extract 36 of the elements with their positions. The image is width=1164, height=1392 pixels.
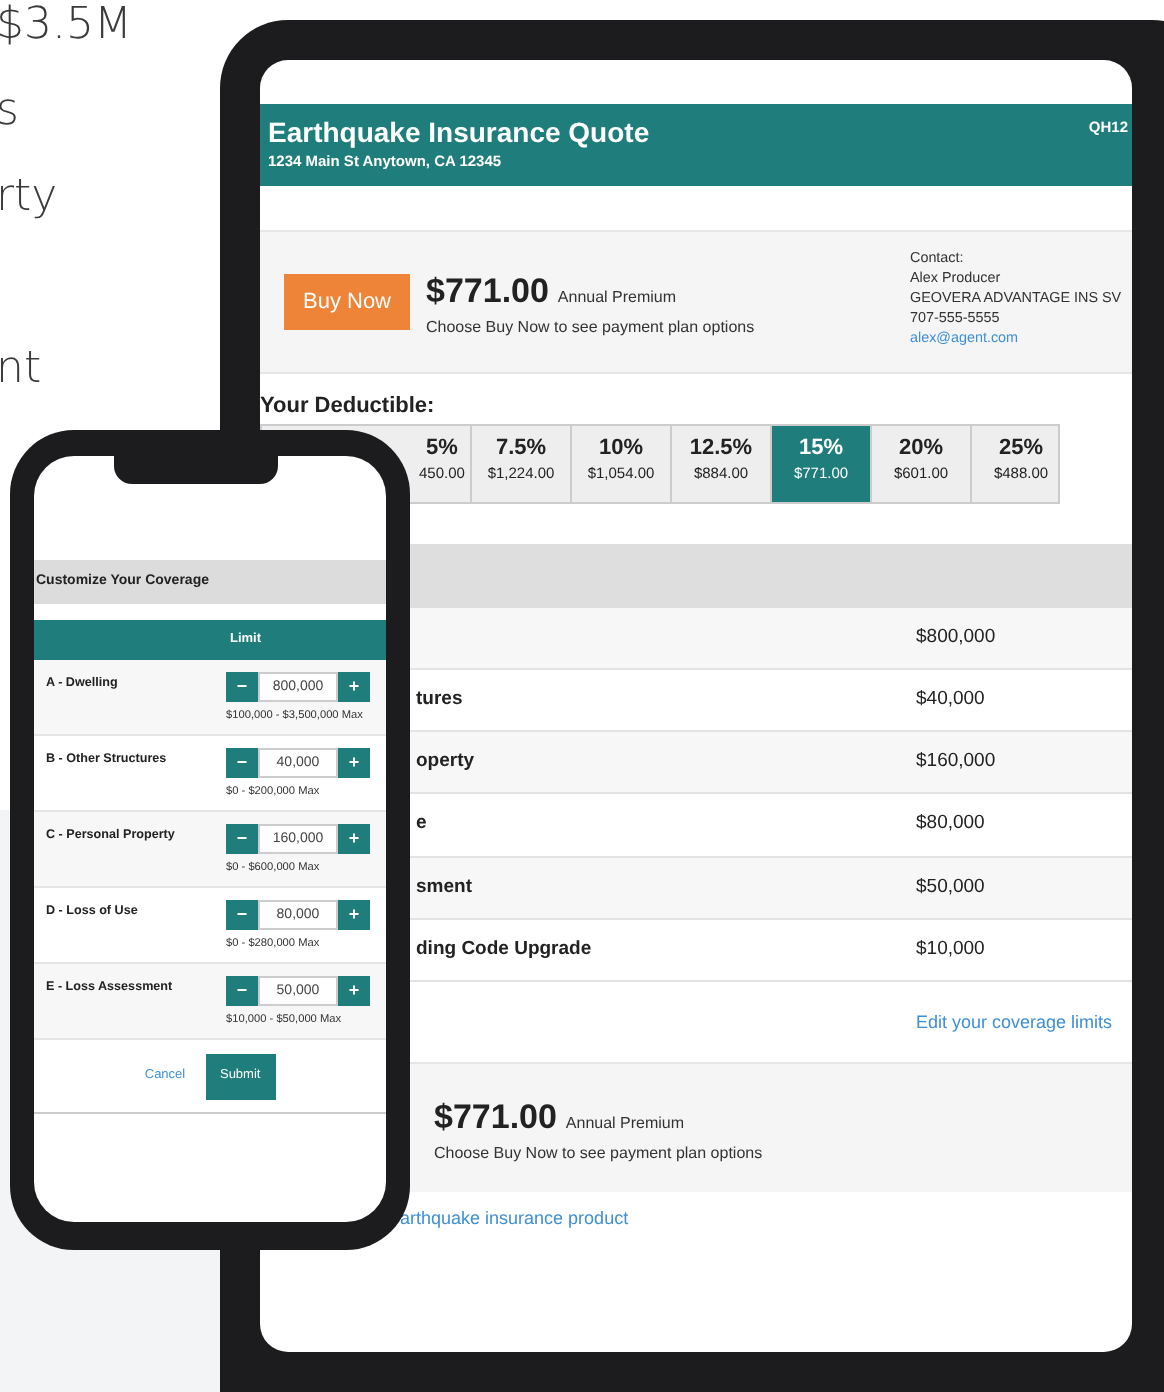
deductible-label: Your Deductible: <box>260 392 437 422</box>
quote-title: Earthquake Insurance Quote <box>268 116 650 150</box>
increase-button[interactable]: + <box>338 672 370 702</box>
increase-button[interactable]: + <box>338 824 370 854</box>
coverage-value: $40,000 <box>916 687 985 710</box>
decrease-button[interactable]: − <box>226 672 258 702</box>
decrease-button[interactable]: − <box>226 824 258 854</box>
buy-now-button[interactable]: Buy Now <box>284 274 410 330</box>
coverage-label: sment <box>416 875 472 898</box>
side-text: rty <box>0 170 60 226</box>
decrease-button[interactable]: − <box>226 976 258 1006</box>
side-text: s <box>0 84 21 140</box>
increase-button[interactable]: + <box>338 900 370 930</box>
coverage-value: $160,000 <box>916 750 996 773</box>
coverage-label: operty <box>416 750 475 773</box>
increase-button[interactable]: + <box>338 748 370 778</box>
premium-period: Annual Premium <box>565 1114 685 1133</box>
premium-amount: $771.00 <box>434 1098 557 1137</box>
premium-amount: $771.00 <box>426 272 549 310</box>
coverage-label: e <box>416 812 427 835</box>
increase-button[interactable]: + <box>338 976 370 1006</box>
coverage-value: $10,000 <box>916 938 985 960</box>
edit-limits-link[interactable]: Edit your coverage limits <box>916 1009 1113 1037</box>
decrease-button[interactable]: − <box>226 748 258 778</box>
coverage-label: tures <box>416 687 463 710</box>
payment-note: Choose Buy Now to see payment plan options <box>434 1144 763 1165</box>
decrease-button[interactable]: − <box>226 900 258 930</box>
coverage-value: $800,000 <box>916 625 996 648</box>
side-text: nt <box>0 342 44 398</box>
payment-note: Choose Buy Now to see payment plan options <box>426 318 755 338</box>
premium-period: Annual Premium <box>557 288 677 306</box>
coverage-value: $80,000 <box>916 812 985 835</box>
side-text: $3.5M <box>0 0 132 54</box>
product-link[interactable]: arthquake insurance product <box>400 1208 629 1229</box>
coverage-value: $50,000 <box>916 875 985 898</box>
coverage-label: ding Code Upgrade <box>416 938 592 960</box>
